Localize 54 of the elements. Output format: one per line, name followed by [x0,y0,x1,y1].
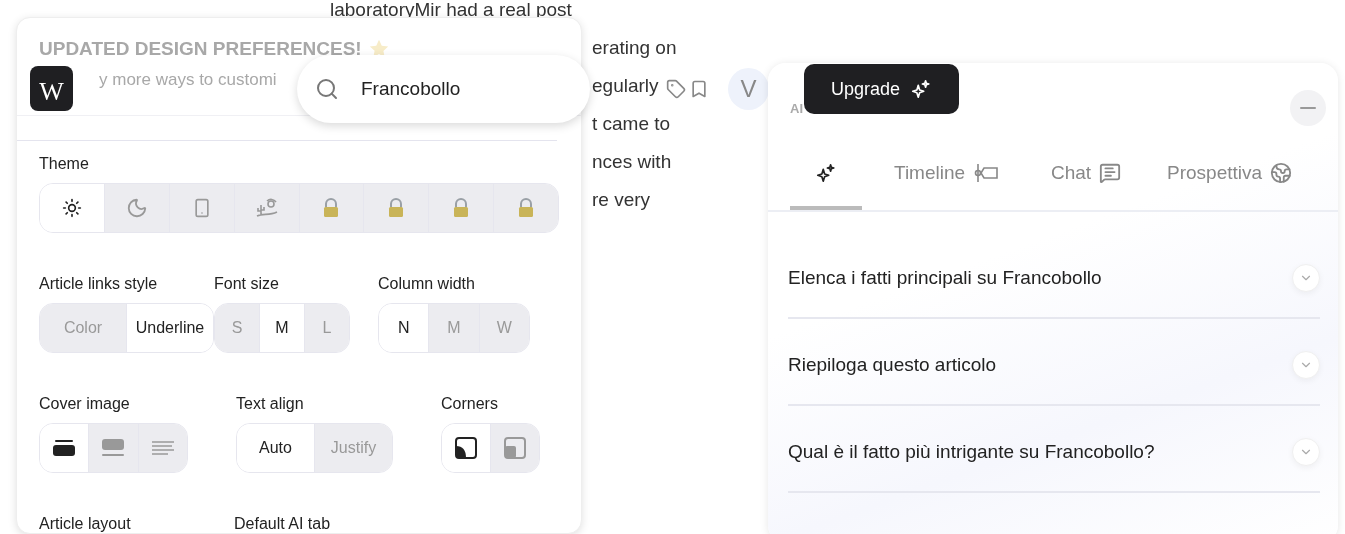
option-button[interactable]: Underline [126,304,213,352]
text-lines-icon [151,440,174,456]
panel-tab[interactable]: Prospettiva [1167,143,1327,210]
lock-icon [322,198,341,218]
article-text: erating on [592,36,677,60]
setting-label: Column width [378,275,476,293]
suggested-question[interactable]: Elenca i fatti principali su Francobollo [788,266,1102,289]
sun-icon [61,198,82,218]
article-text: nces with [592,150,672,174]
expand-button[interactable] [1292,350,1320,379]
moon-icon [125,197,148,219]
article-text: t came to [592,112,671,136]
setting-label: Article layout [39,515,132,533]
sparkle-icon [815,161,837,184]
article-text: egularly [592,74,659,98]
setting-label: Article links style [39,275,159,293]
search-icon [315,77,339,101]
bookmark-icon[interactable] [689,79,709,99]
panel-label: AI [790,100,803,116]
panel-tab[interactable]: Timeline [894,143,1019,210]
setting-label: Cover image [39,395,131,413]
setting-label: Font size [214,275,280,293]
banner-text: y more ways to customi [99,70,277,90]
sparkle-icon [910,78,932,100]
article-text: laboratoryMir had a real post [330,0,572,22]
setting-label: Text align [236,395,305,413]
chat-icon [1099,161,1122,184]
rounded-corner-icon [455,437,477,459]
theme-option[interactable] [233,184,299,232]
theme-option[interactable] [103,184,169,232]
expand-button[interactable] [1292,263,1320,292]
setting-label: Default AI tab [234,515,332,533]
search-field[interactable]: Francobollo [297,55,590,123]
minimize-button[interactable] [1290,90,1326,126]
expand-button[interactable] [1292,437,1320,466]
lock-icon [452,198,471,218]
lock-icon [517,198,536,218]
upgrade-button[interactable]: Upgrade [804,64,959,114]
setting-label: Theme [39,155,90,173]
setting-label: Corners [441,395,499,413]
suggested-question[interactable]: Qual è il fatto più intrigante su Francobollo? [788,440,1155,463]
cactus-icon [254,197,279,219]
panel-tab[interactable]: Chat [1051,143,1135,210]
cover-inset-icon [102,439,125,457]
globe-icon [1270,161,1293,184]
lock-icon [387,198,406,218]
square-corner-icon [504,437,526,459]
timeline-icon [973,162,1000,183]
app-logo[interactable]: W [30,66,73,111]
tag-icon[interactable] [666,79,686,99]
suggested-question[interactable]: Riepiloga questo articolo [788,353,997,376]
minus-icon [1300,107,1316,109]
article-text: re very [592,188,651,212]
cover-full-icon [53,440,76,456]
